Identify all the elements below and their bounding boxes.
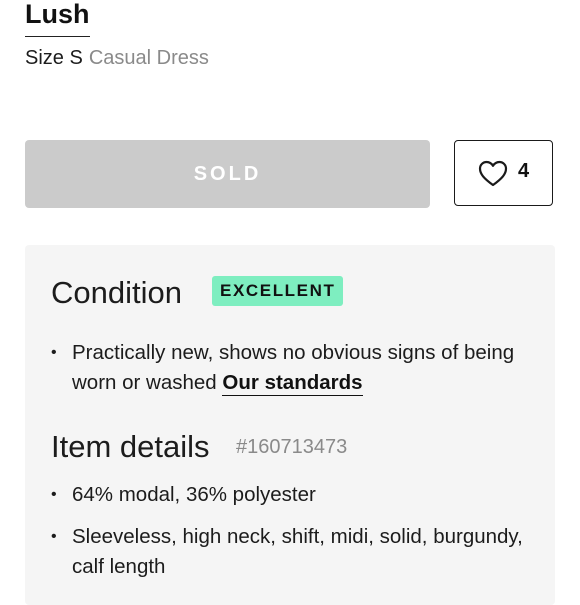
listing-subtitle: Size S Casual Dress: [25, 45, 209, 71]
our-standards-link[interactable]: Our standards: [222, 371, 363, 396]
sold-button[interactable]: SOLD: [25, 140, 430, 208]
condition-badge: EXCELLENT: [212, 276, 344, 306]
list-item: 64% modal, 36% polyester: [51, 480, 531, 510]
size-label: Size S: [25, 47, 83, 69]
list-item: Sleeveless, high neck, shift, midi, soli…: [51, 522, 531, 582]
sold-button-label: SOLD: [193, 162, 262, 185]
condition-description: Practically new, shows no obvious signs …: [51, 338, 531, 398]
like-button[interactable]: 4: [454, 140, 553, 206]
brand-link[interactable]: Lush: [25, 0, 90, 37]
item-info-panel: Condition EXCELLENT Practically new, sho…: [25, 245, 555, 605]
like-count: 4: [517, 159, 530, 182]
item-details-title: Item details: [51, 429, 210, 464]
item-number: #160713473: [236, 436, 348, 458]
condition-title: Condition: [51, 275, 182, 310]
heart-outline-icon: [478, 160, 508, 187]
item-details-list: 64% modal, 36% polyester Sleeveless, hig…: [51, 480, 531, 594]
condition-list: Practically new, shows no obvious signs …: [51, 338, 531, 398]
category-label: Casual Dress: [88, 47, 209, 69]
